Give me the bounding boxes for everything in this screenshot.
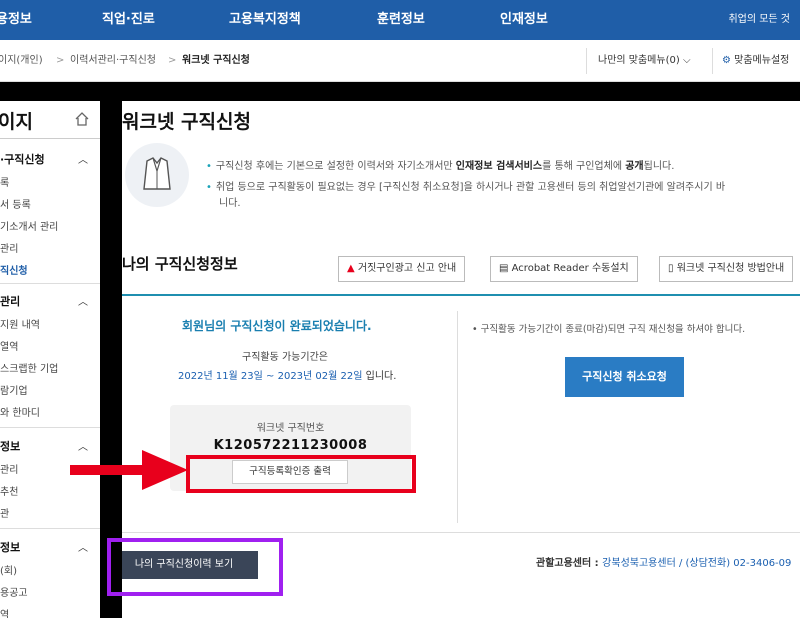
notice-emphasis: 공개 bbox=[625, 161, 644, 172]
top-nav: 용정보 직업·진로 고용복지정책 훈련정보 인재정보 취업의 모든 것 bbox=[0, 0, 800, 40]
nav-item-career[interactable]: 직업·진로 bbox=[102, 0, 155, 40]
sidebar-item-active[interactable]: 직신청 bbox=[0, 262, 28, 277]
my-menu-label: 나만의 맞춤메뉴(0) bbox=[598, 55, 680, 66]
siren-icon: ▲ bbox=[347, 263, 355, 274]
chevron-up-icon[interactable]: ︿ bbox=[78, 151, 88, 166]
annotation-highlight-red bbox=[186, 455, 416, 493]
chevron-down-icon: ⌵ bbox=[682, 55, 691, 66]
printer-icon: ▤ bbox=[499, 263, 509, 274]
sidebar-title: 이지 bbox=[0, 111, 33, 133]
acrobat-install-button[interactable]: ▤ Acrobat Reader 수동설치 bbox=[490, 256, 638, 282]
gear-icon: ⚙ bbox=[722, 55, 731, 66]
annotation-highlight-purple bbox=[107, 538, 283, 596]
bullet-icon: • bbox=[206, 182, 212, 193]
breadcrumb-item-resume[interactable]: 이력서관리·구직신청 bbox=[70, 40, 156, 82]
sidebar-item[interactable]: 람기업 bbox=[0, 382, 28, 397]
annotation-arrow-icon bbox=[70, 450, 188, 490]
notice-text: 됩니다. bbox=[643, 161, 675, 172]
my-menu-dropdown[interactable]: 나만의 맞춤메뉴(0) ⌵ bbox=[598, 40, 691, 82]
footer-divider bbox=[122, 532, 800, 533]
bullet-icon: • bbox=[206, 161, 212, 172]
breadcrumb-bar: 이지(개인) > 이력서관리·구직신청 > 워크넷 구직신청 나만의 맞춤메뉴(… bbox=[0, 40, 800, 82]
section-divider bbox=[122, 294, 800, 296]
fake-ad-report-button[interactable]: ▲ 거짓구인광고 신고 안내 bbox=[338, 256, 466, 282]
nav-item-employment-info[interactable]: 용정보 bbox=[0, 0, 32, 40]
application-number-value: K120572211230008 bbox=[213, 438, 368, 453]
sidebar-item[interactable]: 역 bbox=[0, 606, 9, 618]
cancel-application-button[interactable]: 구직신청 취소요청 bbox=[565, 357, 684, 397]
divider bbox=[0, 528, 100, 529]
nav-item-training[interactable]: 훈련정보 bbox=[377, 0, 425, 40]
divider bbox=[586, 48, 587, 74]
sidebar-item[interactable]: 관리 bbox=[0, 461, 18, 476]
divider bbox=[712, 48, 713, 74]
sidebar-item[interactable]: 관 bbox=[0, 505, 9, 520]
sidebar-section-resume[interactable]: ·구직신청 bbox=[0, 151, 45, 167]
menu-settings-label: 맞춤메뉴설정 bbox=[734, 55, 790, 66]
sidebar-item[interactable]: 스크랩한 기업 bbox=[0, 360, 58, 375]
sidebar-item[interactable]: 열역 bbox=[0, 338, 18, 353]
chevron-right-icon: > bbox=[168, 55, 177, 66]
breadcrumb-item-current: 워크넷 구직신청 bbox=[182, 55, 250, 66]
chevron-up-icon[interactable]: ︿ bbox=[78, 293, 88, 308]
sidebar-item[interactable]: 서 등록 bbox=[0, 196, 31, 211]
sidebar-header: 이지 bbox=[0, 101, 100, 139]
section-title: 나의 구직신청정보 bbox=[122, 255, 238, 273]
period-dates: 2022년 11월 23일 ~ 2023년 02월 22일 bbox=[178, 371, 363, 382]
sidebar-section-info[interactable]: 정보 bbox=[0, 438, 20, 454]
notice-text: 취업 등으로 구직활동이 필요없는 경우 [구직신청 취소요청]을 하시거나 관… bbox=[215, 182, 726, 193]
document-icon: ▯ bbox=[668, 263, 674, 274]
completion-message: 회원님의 구직신청이 완료되었습니다. bbox=[182, 319, 372, 333]
shirt-icon bbox=[125, 143, 189, 207]
column-divider bbox=[457, 311, 458, 523]
sidebar-item[interactable]: 기소개서 관리 bbox=[0, 218, 58, 233]
guide-button[interactable]: ▯ 워크넷 구직신청 방법안내 bbox=[659, 256, 794, 282]
period-label: 구직활동 가능기간은 bbox=[242, 352, 328, 363]
sidebar-item[interactable]: 지원 내역 bbox=[0, 316, 40, 331]
fake-ad-report-label: 거짓구인광고 신고 안내 bbox=[357, 263, 457, 274]
renewal-notice-text: 구직활동 가능기간이 종료(마감)되면 구직 재신청을 하셔야 합니다. bbox=[480, 324, 746, 335]
sidebar-item[interactable]: (회) bbox=[0, 562, 17, 577]
sidebar-section-manage[interactable]: 관리 bbox=[0, 293, 20, 309]
notice-line-2-cont: 니다. bbox=[219, 198, 241, 209]
page-title: 워크넷 구직신청 bbox=[122, 111, 251, 133]
divider bbox=[0, 283, 100, 284]
acrobat-install-label: Acrobat Reader 수동설치 bbox=[511, 263, 629, 274]
sidebar-item[interactable]: 용공고 bbox=[0, 584, 28, 599]
guide-label: 워크넷 구직신청 방법안내 bbox=[676, 263, 785, 274]
nav-item-talent[interactable]: 인재정보 bbox=[500, 0, 548, 40]
menu-settings-button[interactable]: ⚙ 맞춤메뉴설정 bbox=[722, 40, 789, 82]
employment-center-info: 관할고용센터 : 강북성북고용센터 / (상담전화) 02-3406-09 bbox=[536, 554, 791, 569]
sidebar-item[interactable]: 관리 bbox=[0, 240, 18, 255]
notice-text: 구직신청 후에는 기본으로 설정한 이력서와 자기소개서만 bbox=[215, 161, 456, 172]
sidebar-item[interactable]: 와 한마디 bbox=[0, 404, 40, 419]
application-number-label: 워크넷 구직번호 bbox=[256, 423, 325, 434]
chevron-up-icon[interactable]: ︿ bbox=[78, 539, 88, 554]
chevron-right-icon: > bbox=[56, 55, 65, 66]
nav-util-link[interactable]: 취업의 모든 것 bbox=[728, 0, 790, 40]
bullet-icon: • bbox=[472, 324, 478, 335]
nav-item-welfare-policy[interactable]: 고용복지정책 bbox=[229, 0, 301, 40]
home-icon[interactable] bbox=[74, 111, 90, 127]
sidebar-section-info-2[interactable]: 정보 bbox=[0, 539, 20, 555]
employment-center-label: 관할고용센터 : bbox=[536, 558, 603, 569]
notice-text: 를 통해 구인업체에 bbox=[542, 161, 626, 172]
sidebar-item[interactable]: 추천 bbox=[0, 483, 18, 498]
sidebar-item[interactable]: 록 bbox=[0, 174, 9, 189]
breadcrumb-item-mypage[interactable]: 이지(개인) bbox=[0, 40, 43, 82]
notice-line-1: • 구직신청 후에는 기본으로 설정한 이력서와 자기소개서만 인재정보 검색서비… bbox=[206, 157, 674, 172]
notice-emphasis: 인재정보 검색서비스 bbox=[455, 161, 543, 172]
period-suffix: 입니다. bbox=[362, 371, 397, 382]
divider bbox=[0, 427, 100, 428]
period-text: 2022년 11월 23일 ~ 2023년 02월 22일 입니다. bbox=[178, 367, 396, 382]
sidebar: 이지 ·구직신청 ︿ 록 서 등록 기소개서 관리 관리 직신청 관리 ︿ 지원… bbox=[0, 101, 100, 618]
employment-center-value: 강북성북고용센터 / (상담전화) 02-3406-09 bbox=[602, 558, 792, 569]
renewal-notice: • 구직활동 가능기간이 종료(마감)되면 구직 재신청을 하셔야 합니다. bbox=[472, 321, 745, 335]
notice-line-2: • 취업 등으로 구직활동이 필요없는 경우 [구직신청 취소요청]을 하시거나 … bbox=[206, 178, 725, 193]
